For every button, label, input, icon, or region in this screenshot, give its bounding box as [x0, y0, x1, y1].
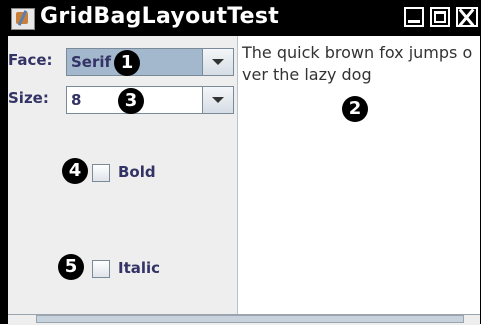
application-window: GridBagLayoutTest Face: Serif Size: 8 Bo…: [0, 0, 481, 325]
size-label: Size:: [8, 89, 49, 107]
controls-panel: Face: Serif Size: 8 Bold Italic: [8, 36, 236, 314]
title-bar[interactable]: GridBagLayoutTest: [0, 0, 481, 36]
sample-text: The quick brown fox jumps over the lazy …: [242, 43, 473, 84]
horizontal-scrollbar[interactable]: [8, 314, 480, 325]
size-dropdown-arrow-icon[interactable]: [202, 87, 233, 113]
window-title: GridBagLayoutTest: [40, 4, 280, 29]
bold-label[interactable]: Bold: [118, 163, 156, 181]
annotation-marker-5: 5: [58, 254, 84, 280]
size-combobox[interactable]: 8: [66, 86, 234, 114]
annotation-marker-4: 4: [62, 158, 88, 184]
minimize-button[interactable]: [404, 7, 424, 27]
sample-text-area[interactable]: The quick brown fox jumps over the lazy …: [237, 36, 480, 314]
face-label: Face:: [8, 51, 53, 69]
close-button[interactable]: [456, 7, 478, 27]
annotation-marker-3: 3: [118, 88, 144, 114]
italic-checkbox[interactable]: [92, 260, 110, 278]
italic-label[interactable]: Italic: [118, 259, 160, 277]
maximize-button[interactable]: [430, 7, 450, 27]
bold-checkbox[interactable]: [92, 164, 110, 182]
scrollbar-thumb[interactable]: [36, 315, 464, 323]
java-app-icon[interactable]: [11, 8, 35, 30]
annotation-marker-2: 2: [342, 96, 368, 122]
face-dropdown-arrow-icon[interactable]: [202, 49, 233, 75]
face-combobox[interactable]: Serif: [66, 48, 234, 76]
annotation-marker-1: 1: [114, 50, 140, 76]
